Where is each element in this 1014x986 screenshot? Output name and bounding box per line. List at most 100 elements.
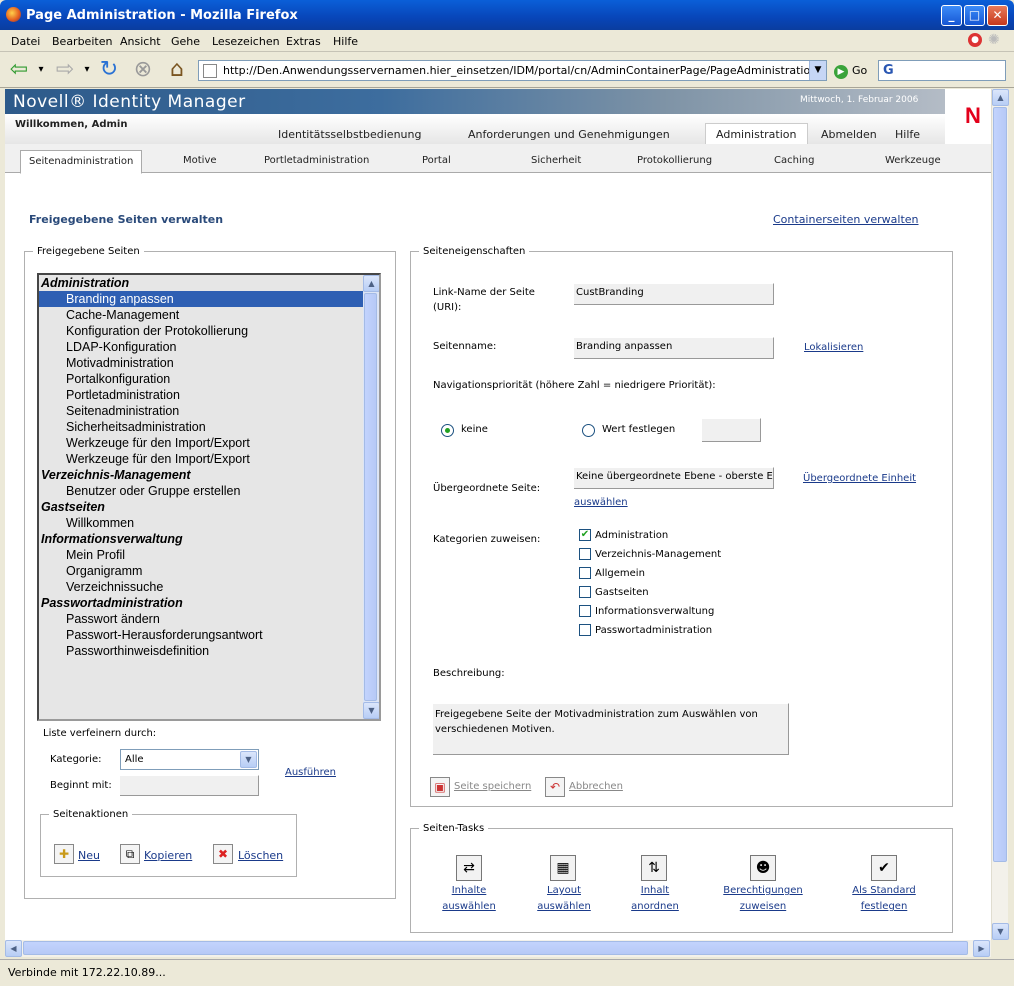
page-scroll-right-icon[interactable]: ▶ (973, 940, 990, 957)
copy-page-icon[interactable]: ⧉ (120, 844, 140, 864)
list-item[interactable]: Passwort ändern (39, 611, 379, 627)
category-dropdown-icon[interactable]: ▼ (240, 751, 257, 768)
page-horizontal-scrollbar[interactable]: ◀ ▶ (5, 940, 991, 957)
page-vertical-scrollbar[interactable]: ▲ ▼ (991, 89, 1009, 940)
delete-page-link[interactable]: Löschen (238, 849, 283, 862)
subtab-seitenadministration[interactable]: Seitenadministration (20, 150, 143, 174)
arrange-content-icon[interactable]: ⇅ (641, 855, 667, 881)
select-content-link[interactable]: Inhalte auswählen (429, 883, 509, 915)
assign-permissions-icon[interactable]: ☻ (750, 855, 776, 881)
subtab-sicherheit[interactable]: Sicherheit (531, 155, 581, 166)
set-default-link[interactable]: Als Standard festlegen (844, 883, 924, 915)
tab-identitaetsselbstbedienung[interactable]: Identitätsselbstbedienung (278, 128, 421, 141)
page-scroll-left-icon[interactable]: ◀ (5, 940, 22, 957)
list-item[interactable]: Passwort-Herausforderungsantwort (39, 627, 379, 643)
list-item[interactable]: LDAP-Konfiguration (39, 339, 379, 355)
subtab-portal[interactable]: Portal (422, 155, 451, 166)
back-icon[interactable]: ⇦ (6, 58, 32, 82)
minimize-icon[interactable]: _ (941, 5, 962, 26)
list-item[interactable]: Willkommen (39, 515, 379, 531)
home-icon[interactable]: ⌂ (164, 58, 190, 82)
parent-page-input[interactable]: Keine übergeordnete Ebene - oberste E (574, 467, 774, 489)
select-layout-link[interactable]: Layout auswählen (524, 883, 604, 915)
menu-hilfe[interactable]: Hilfe (333, 35, 358, 48)
parent-unit-link[interactable]: Übergeordnete Einheit (803, 473, 916, 484)
menu-lesezeichen[interactable]: Lesezeichen (212, 35, 280, 48)
list-item[interactable]: Mein Profil (39, 547, 379, 563)
go-button[interactable]: ▶ Go (834, 64, 867, 79)
localize-link[interactable]: Lokalisieren (804, 342, 863, 353)
arrange-content-link[interactable]: Inhalt anordnen (615, 883, 695, 915)
priority-value-input[interactable] (702, 418, 761, 442)
select-content-icon[interactable]: ⇄ (456, 855, 482, 881)
list-item[interactable]: Benutzer oder Gruppe erstellen (39, 483, 379, 499)
list-scroll-thumb[interactable] (364, 293, 377, 701)
list-scroll-up-icon[interactable]: ▲ (363, 275, 379, 292)
menu-gehe[interactable]: Gehe (171, 35, 200, 48)
list-item[interactable]: Branding anpassen (39, 291, 363, 307)
list-scrollbar[interactable]: ▲ ▼ (363, 275, 379, 719)
save-page-link[interactable]: Seite speichern (454, 781, 531, 792)
list-item[interactable]: Organigramm (39, 563, 379, 579)
list-scroll-down-icon[interactable]: ▼ (363, 702, 379, 719)
category-checkbox[interactable] (579, 624, 591, 636)
subtab-werkzeuge[interactable]: Werkzeuge (885, 155, 941, 166)
list-item[interactable]: Portalkonfiguration (39, 371, 379, 387)
category-checkbox[interactable] (579, 605, 591, 617)
new-page-link[interactable]: Neu (78, 849, 100, 862)
page-name-input[interactable]: Branding anpassen (574, 337, 774, 359)
list-item[interactable]: Seitenadministration (39, 403, 379, 419)
list-item[interactable]: Verzeichnissuche (39, 579, 379, 595)
description-textarea[interactable]: Freigegebene Seite der Motivadministrati… (433, 703, 789, 755)
page-scroll-down-icon[interactable]: ▼ (992, 923, 1009, 940)
delete-page-icon[interactable]: ✖ (213, 844, 233, 864)
category-checkbox[interactable] (579, 548, 591, 560)
priority-set-radio[interactable] (582, 424, 595, 437)
category-select[interactable]: Alle ▼ (120, 749, 259, 770)
subtab-protokollierung[interactable]: Protokollierung (637, 155, 712, 166)
container-pages-link[interactable]: Containerseiten verwalten (773, 213, 919, 226)
forward-icon[interactable]: ⇨ (52, 58, 78, 82)
tab-anforderungen[interactable]: Anforderungen und Genehmigungen (468, 128, 670, 141)
category-checkbox[interactable]: ✔ (579, 529, 591, 541)
page-vscroll-thumb[interactable] (993, 107, 1007, 862)
assign-permissions-link[interactable]: Berechtigungen zuweisen (713, 883, 813, 915)
shared-pages-list[interactable]: Administration Branding anpassen Cache-Man… (37, 273, 381, 721)
cancel-link[interactable]: Abbrechen (569, 781, 623, 792)
link-name-input[interactable]: CustBranding (574, 283, 774, 305)
run-link[interactable]: Ausführen (285, 767, 336, 778)
menu-ansicht[interactable]: Ansicht (120, 35, 161, 48)
url-bar[interactable]: http://Den.Anwendungsservernamen.hier_ei… (198, 60, 827, 81)
save-page-icon[interactable]: ▣ (430, 777, 450, 797)
priority-none-radio[interactable] (441, 424, 454, 437)
list-item[interactable]: Passworthinweisdefinition (39, 643, 379, 659)
back-dropdown-icon[interactable]: ▾ (36, 58, 46, 82)
subtab-motive[interactable]: Motive (183, 155, 217, 166)
new-page-icon[interactable]: ✚ (54, 844, 74, 864)
maximize-icon[interactable]: □ (964, 5, 985, 26)
subtab-caching[interactable]: Caching (774, 155, 814, 166)
begins-input[interactable] (120, 775, 259, 796)
list-item[interactable]: Konfiguration der Protokollierung (39, 323, 379, 339)
menu-datei[interactable]: Datei (11, 35, 40, 48)
copy-page-link[interactable]: Kopieren (144, 849, 192, 862)
google-search-input[interactable]: G (878, 60, 1006, 81)
subtab-portletadministration[interactable]: Portletadministration (264, 155, 369, 166)
menu-bearbeiten[interactable]: Bearbeiten (52, 35, 112, 48)
list-item[interactable]: Sicherheitsadministration (39, 419, 379, 435)
reload-icon[interactable]: ↻ (96, 58, 122, 82)
select-layout-icon[interactable]: ▦ (550, 855, 576, 881)
category-checkbox[interactable] (579, 567, 591, 579)
stop-icon[interactable]: ⊗ (130, 58, 156, 82)
forward-dropdown-icon[interactable]: ▾ (82, 58, 92, 82)
set-default-icon[interactable]: ✔ (871, 855, 897, 881)
tab-hilfe[interactable]: Hilfe (895, 128, 920, 141)
page-scroll-up-icon[interactable]: ▲ (992, 89, 1009, 106)
list-item[interactable]: Portletadministration (39, 387, 379, 403)
page-hscroll-thumb[interactable] (23, 941, 968, 955)
tab-abmelden[interactable]: Abmelden (821, 128, 877, 141)
list-item[interactable]: Werkzeuge für den Import/Export (39, 451, 379, 467)
cancel-icon[interactable]: ↶ (545, 777, 565, 797)
list-item[interactable]: Motivadministration (39, 355, 379, 371)
list-item[interactable]: Cache-Management (39, 307, 379, 323)
